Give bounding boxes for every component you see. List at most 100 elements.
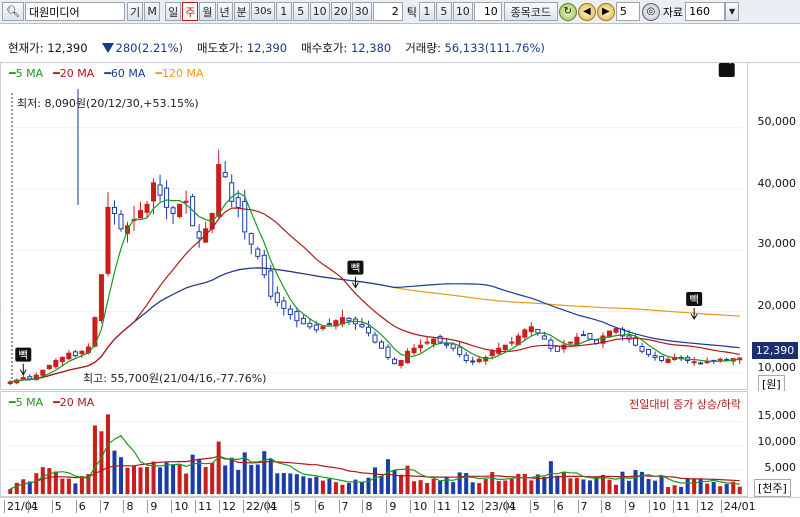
candle-body xyxy=(489,350,495,356)
volume-bar xyxy=(496,481,501,494)
period-week-button[interactable]: 주 xyxy=(182,2,199,21)
candle-body xyxy=(320,326,326,329)
tick-custom-field[interactable]: 10 xyxy=(473,2,502,21)
time-axis-tick: 11 xyxy=(434,500,451,513)
candle-body xyxy=(476,358,482,363)
volume-axis-label: 15,000 xyxy=(757,409,797,422)
settings-icon[interactable]: ◎ xyxy=(641,2,660,21)
candle-body xyxy=(580,334,586,337)
volume-bar xyxy=(184,473,189,494)
candle-body xyxy=(424,341,430,344)
candle-body xyxy=(248,233,254,245)
candle-body xyxy=(53,360,59,368)
volume-bar xyxy=(229,457,234,494)
candle-body xyxy=(359,323,365,328)
candle-body xyxy=(287,308,293,316)
time-axis-tick: 11 xyxy=(673,500,690,513)
candle-body xyxy=(300,317,306,325)
m-button[interactable]: M xyxy=(144,2,161,21)
minute-30-button[interactable]: 30 xyxy=(351,2,372,21)
candle-body xyxy=(444,343,450,346)
volume-bar xyxy=(542,476,547,494)
tick-5-button[interactable]: 5 xyxy=(435,2,452,21)
minute-1-button[interactable]: 1 xyxy=(275,2,292,21)
volume-bar xyxy=(737,486,742,494)
candle-body xyxy=(411,347,417,354)
volume-bar xyxy=(125,467,130,494)
volume-bar xyxy=(418,480,423,494)
volume-bar xyxy=(620,471,625,494)
tick-custom-value: 10 xyxy=(483,5,498,18)
volume-bar xyxy=(659,475,664,494)
signal-arrow xyxy=(352,276,359,289)
candle-body xyxy=(522,329,528,338)
period-label: 분 xyxy=(236,5,247,19)
legend-vol-ma20: ━20 MA xyxy=(53,396,95,409)
minute-5-button[interactable]: 5 xyxy=(292,2,309,21)
period-year-button[interactable]: 년 xyxy=(216,2,233,21)
current-price-badge: 12,390 xyxy=(752,342,798,359)
candle-body xyxy=(170,207,176,215)
volume-chart[interactable]: ━5 MA ━20 MA 전일대비 증가 상승/하락 xyxy=(0,391,748,497)
volume-bar xyxy=(79,476,84,494)
volume-bar xyxy=(203,467,208,494)
search-mode-button[interactable]: 🔍︎ xyxy=(2,2,24,21)
volume-bar xyxy=(158,467,163,494)
candle-body xyxy=(59,356,65,362)
volume-bar xyxy=(535,474,540,494)
volume-bar xyxy=(320,480,325,494)
time-axis-tick: 4 xyxy=(266,500,277,513)
candle-body xyxy=(27,376,33,380)
refresh-icon[interactable]: ↻ xyxy=(558,2,577,21)
volume-bar xyxy=(92,425,97,494)
gi-button[interactable]: 기 xyxy=(127,2,144,21)
time-axis-tick: 10 xyxy=(649,500,666,513)
price-axis-label: 40,000 xyxy=(757,177,797,190)
period-day-button[interactable]: 일 xyxy=(165,2,182,21)
price-chart[interactable]: 빽빽빽빽 ━5 MA ━20 MA ━60 MA ━120 MA 최저: 8,0… xyxy=(0,62,748,390)
time-axis-tick: 6 xyxy=(314,500,325,513)
volume-bar xyxy=(718,486,723,494)
prev-icon[interactable]: ◀ xyxy=(577,2,596,21)
candle-body xyxy=(418,344,424,349)
step-field[interactable]: 5 xyxy=(615,2,640,21)
high-price-note: 최고: 55,700원(21/04/16,-77.76%) xyxy=(83,372,267,385)
price-axis: 50,000 40,000 30,000 20,000 10,000 [원] xyxy=(748,62,800,393)
ask-price: 매도호가: 12,390 xyxy=(197,40,287,56)
gi-label: 기 xyxy=(130,5,141,19)
volume-bar xyxy=(223,465,228,494)
minute-10-button[interactable]: 10 xyxy=(309,2,330,21)
seconds-button[interactable]: 30s xyxy=(250,2,275,21)
period-minute-button[interactable]: 분 xyxy=(233,2,250,21)
next-icon[interactable]: ▶ xyxy=(596,2,615,21)
volume-bar xyxy=(197,458,202,494)
volume-bar xyxy=(327,478,332,494)
volume-bar xyxy=(399,474,404,494)
volume-bar xyxy=(60,478,65,494)
data-count-select[interactable]: 160 xyxy=(685,2,726,21)
volume-bar xyxy=(438,480,443,494)
tick-10-button[interactable]: 10 xyxy=(452,2,473,21)
candle-body xyxy=(613,328,619,333)
volume-bar xyxy=(131,466,137,494)
volume-bar xyxy=(372,467,378,494)
candle-body xyxy=(639,345,645,352)
period-month-button[interactable]: 월 xyxy=(199,2,216,21)
tick-value-field[interactable]: 2 xyxy=(372,2,403,21)
time-axis-tick: 5 xyxy=(51,500,62,513)
stock-name-field[interactable]: 대원미디어 xyxy=(25,2,125,21)
minute-20-button[interactable]: 20 xyxy=(330,2,351,21)
time-axis-tick: 7 xyxy=(99,500,110,513)
volume-bar xyxy=(431,478,436,494)
chevron-down-icon[interactable]: ▼ xyxy=(725,2,740,21)
stock-code-button[interactable]: 종목코드 xyxy=(503,2,558,21)
legend-label: 20 MA xyxy=(59,67,95,80)
time-axis-tick: 12 xyxy=(696,500,714,513)
time-axis-tick: 9 xyxy=(625,500,635,513)
volume-bar xyxy=(66,478,71,494)
volume-bar xyxy=(314,476,319,494)
candle-body xyxy=(528,326,534,333)
volume-bar xyxy=(21,479,26,494)
search-icon: 🔍︎ xyxy=(6,5,20,18)
tick-1-button[interactable]: 1 xyxy=(418,2,435,21)
